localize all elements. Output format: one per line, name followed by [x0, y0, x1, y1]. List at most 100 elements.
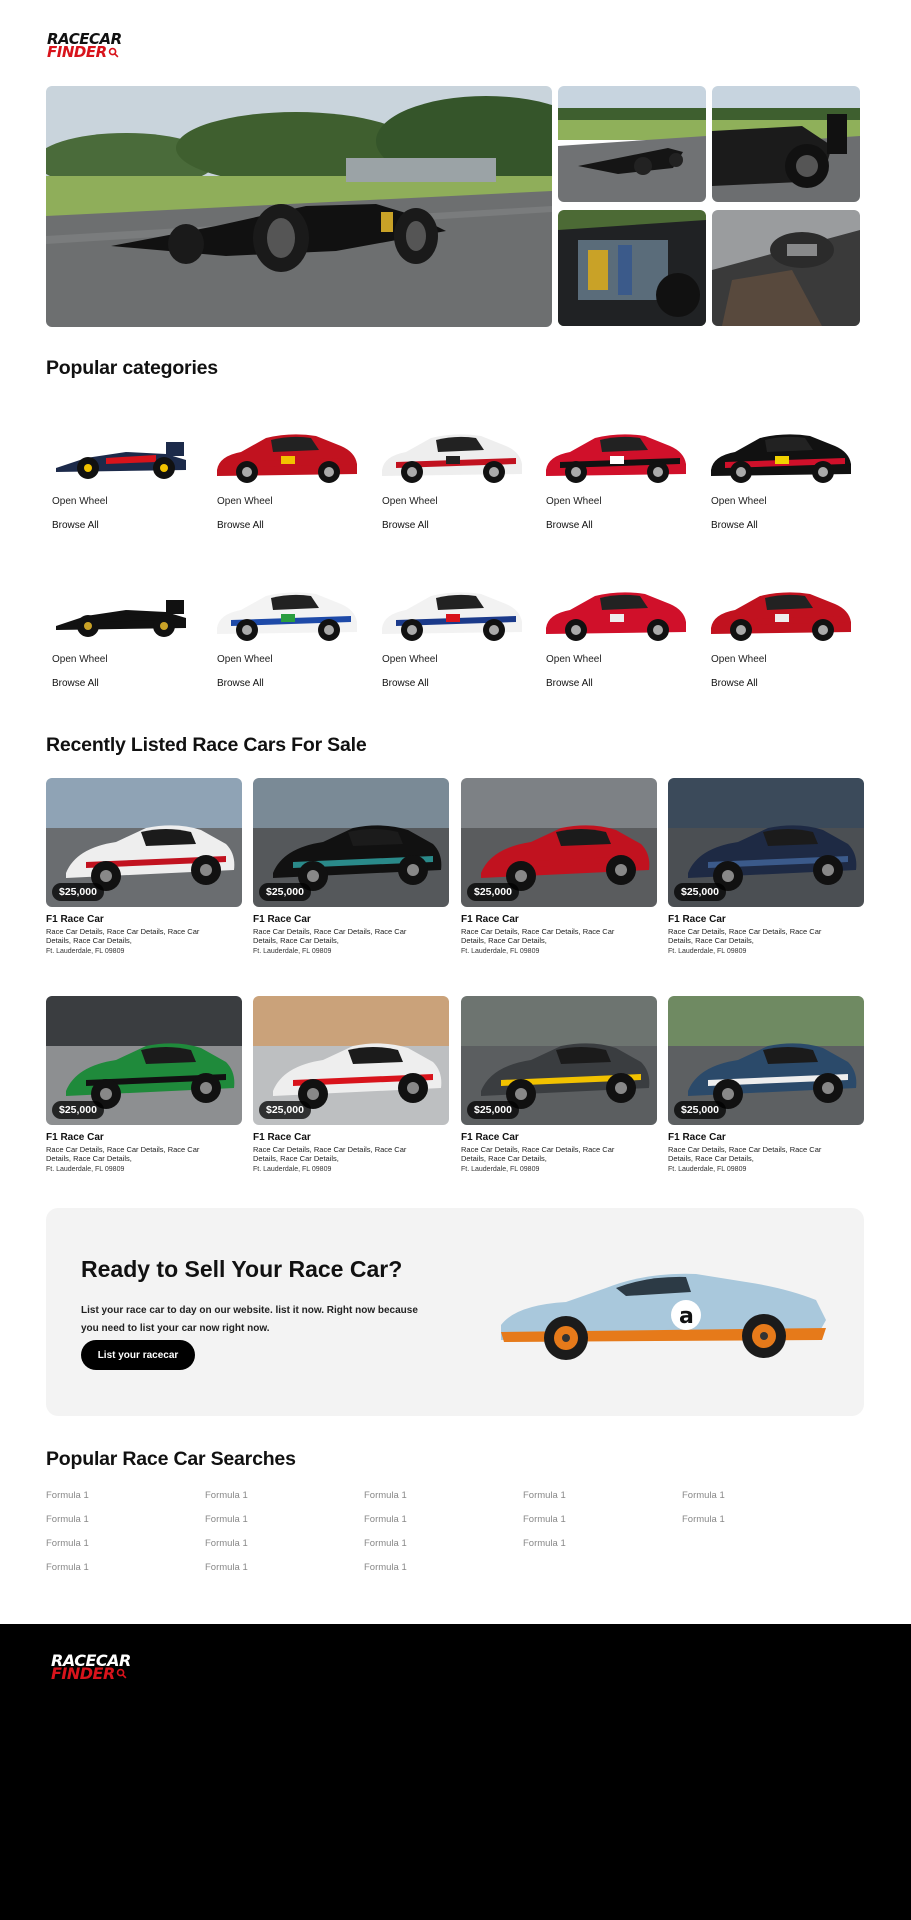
popular-search-link[interactable]: Formula 1 [205, 1538, 248, 1549]
category-browse-link[interactable]: Browse All [546, 678, 593, 689]
price-badge: $25,000 [467, 1101, 519, 1119]
listing-photo[interactable]: $25,000 [461, 778, 657, 907]
listing-card[interactable]: $25,000 F1 Race Car Race Car Details, Ra… [46, 778, 242, 955]
listing-title[interactable]: F1 Race Car [46, 1132, 242, 1143]
category-card[interactable]: Open Wheel Browse All [705, 578, 853, 689]
listing-title[interactable]: F1 Race Car [668, 914, 864, 925]
listing-card[interactable]: $25,000 F1 Race Car Race Car Details, Ra… [461, 996, 657, 1173]
hero-thumb-2[interactable] [712, 86, 860, 202]
listing-title[interactable]: F1 Race Car [253, 914, 449, 925]
hero-thumb-1[interactable] [558, 86, 706, 202]
listing-photo[interactable]: $25,000 [461, 996, 657, 1125]
category-browse-link[interactable]: Browse All [382, 520, 429, 531]
popular-search-link[interactable]: Formula 1 [364, 1538, 407, 1549]
category-car-image [705, 420, 853, 486]
footer-logo[interactable]: RACECAR FINDER [51, 1653, 131, 1683]
listing-photo[interactable]: $25,000 [46, 778, 242, 907]
price-badge: $25,000 [259, 883, 311, 901]
category-card[interactable]: Open Wheel Browse All [540, 578, 688, 689]
category-browse-link[interactable]: Browse All [382, 678, 429, 689]
category-card[interactable]: Open Wheel Browse All [46, 578, 194, 689]
listing-description: Race Car Details, Race Car Details, Race… [668, 1145, 822, 1163]
searches-heading: Popular Race Car Searches [46, 1448, 296, 1470]
list-racecar-button[interactable]: List your racecar [81, 1340, 195, 1370]
listing-photo[interactable]: $25,000 [46, 996, 242, 1125]
category-car-image [46, 420, 194, 486]
popular-search-link[interactable]: Formula 1 [46, 1538, 89, 1549]
listing-location: Ft. Lauderdale, FL 09809 [46, 1166, 125, 1173]
popular-search-link[interactable]: Formula 1 [523, 1514, 566, 1525]
category-browse-link[interactable]: Browse All [711, 678, 758, 689]
category-card[interactable]: Open Wheel Browse All [540, 420, 688, 531]
listing-title[interactable]: F1 Race Car [668, 1132, 864, 1143]
listing-title[interactable]: F1 Race Car [46, 914, 242, 925]
popular-search-link[interactable]: Formula 1 [364, 1514, 407, 1525]
listing-location: Ft. Lauderdale, FL 09809 [253, 948, 332, 955]
popular-search-link[interactable]: Formula 1 [205, 1514, 248, 1525]
listing-description: Race Car Details, Race Car Details, Race… [461, 1145, 615, 1163]
category-browse-link[interactable]: Browse All [217, 520, 264, 531]
listing-title[interactable]: F1 Race Car [253, 1132, 449, 1143]
category-browse-link[interactable]: Browse All [217, 678, 264, 689]
footer-logo-line-2-text: FINDER [51, 1664, 115, 1683]
popular-search-link[interactable]: Formula 1 [682, 1490, 725, 1501]
category-car-image [376, 420, 524, 486]
listing-photo[interactable]: $25,000 [253, 996, 449, 1125]
logo-line-2-text: FINDER [47, 43, 107, 61]
listing-card[interactable]: $25,000 F1 Race Car Race Car Details, Ra… [46, 996, 242, 1173]
popular-search-link[interactable]: Formula 1 [46, 1490, 89, 1501]
listing-photo[interactable]: $25,000 [253, 778, 449, 907]
category-card[interactable]: Open Wheel Browse All [46, 420, 194, 531]
popular-search-link[interactable]: Formula 1 [46, 1514, 89, 1525]
category-name: Open Wheel [382, 654, 438, 665]
category-browse-link[interactable]: Browse All [546, 520, 593, 531]
category-browse-link[interactable]: Browse All [711, 520, 758, 531]
listing-card[interactable]: $25,000 F1 Race Car Race Car Details, Ra… [253, 996, 449, 1173]
sell-title: Ready to Sell Your Race Car? [81, 1256, 403, 1282]
popular-search-link[interactable]: Formula 1 [205, 1562, 248, 1573]
price-badge: $25,000 [259, 1101, 311, 1119]
category-card[interactable]: Open Wheel Browse All [211, 420, 359, 531]
svg-text:a: a [679, 1304, 694, 1329]
listing-card[interactable]: $25,000 F1 Race Car Race Car Details, Ra… [253, 778, 449, 955]
search-icon [116, 1668, 127, 1679]
hero-thumb-3[interactable] [558, 210, 706, 326]
category-name: Open Wheel [217, 654, 273, 665]
search-icon [108, 47, 119, 58]
listing-card[interactable]: $25,000 F1 Race Car Race Car Details, Ra… [668, 996, 864, 1173]
category-card[interactable]: Open Wheel Browse All [211, 578, 359, 689]
category-card[interactable]: Open Wheel Browse All [376, 420, 524, 531]
category-name: Open Wheel [546, 654, 602, 665]
popular-search-link[interactable]: Formula 1 [523, 1490, 566, 1501]
popular-search-link[interactable]: Formula 1 [364, 1490, 407, 1501]
price-badge: $25,000 [52, 883, 104, 901]
category-car-image [540, 578, 688, 644]
site-logo[interactable]: RACECAR FINDER [47, 32, 122, 61]
listing-location: Ft. Lauderdale, FL 09809 [668, 948, 747, 955]
popular-search-link[interactable]: Formula 1 [205, 1490, 248, 1501]
category-car-image [211, 420, 359, 486]
category-browse-link[interactable]: Browse All [52, 678, 99, 689]
listing-card[interactable]: $25,000 F1 Race Car Race Car Details, Ra… [668, 778, 864, 955]
popular-search-link[interactable]: Formula 1 [523, 1538, 566, 1549]
listing-card[interactable]: $25,000 F1 Race Car Race Car Details, Ra… [461, 778, 657, 955]
listing-location: Ft. Lauderdale, FL 09809 [461, 1166, 540, 1173]
listing-title[interactable]: F1 Race Car [461, 1132, 657, 1143]
popular-search-link[interactable]: Formula 1 [364, 1562, 407, 1573]
hero-thumb-4[interactable] [712, 210, 860, 326]
price-badge: $25,000 [52, 1101, 104, 1119]
price-badge: $25,000 [674, 1101, 726, 1119]
category-card[interactable]: Open Wheel Browse All [705, 420, 853, 531]
category-name: Open Wheel [711, 654, 767, 665]
listing-title[interactable]: F1 Race Car [461, 914, 657, 925]
hero-main-photo[interactable] [46, 86, 552, 327]
category-browse-link[interactable]: Browse All [52, 520, 99, 531]
price-badge: $25,000 [467, 883, 519, 901]
category-name: Open Wheel [382, 496, 438, 507]
popular-search-link[interactable]: Formula 1 [682, 1514, 725, 1525]
listing-photo[interactable]: $25,000 [668, 778, 864, 907]
popular-search-link[interactable]: Formula 1 [46, 1562, 89, 1573]
listing-photo[interactable]: $25,000 [668, 996, 864, 1125]
listing-location: Ft. Lauderdale, FL 09809 [253, 1166, 332, 1173]
category-card[interactable]: Open Wheel Browse All [376, 578, 524, 689]
